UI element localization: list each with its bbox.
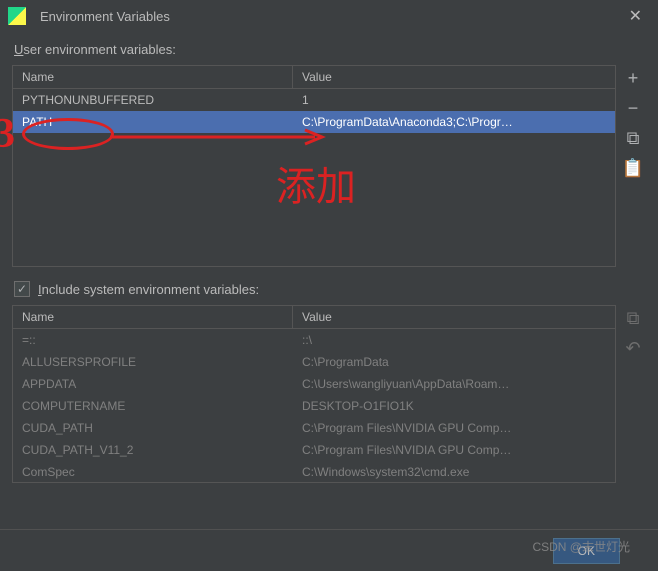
watermark: CSDN @末世灯光	[532, 538, 630, 555]
checkbox-icon[interactable]: ✓	[14, 281, 30, 297]
column-value[interactable]: Value	[293, 306, 615, 328]
user-vars-label: User environment variables:	[14, 42, 646, 57]
close-icon[interactable]: ✕	[621, 6, 650, 26]
paste-icon[interactable]: 📋	[620, 155, 646, 181]
table-row[interactable]: ALLUSERSPROFILE C:\ProgramData	[13, 351, 615, 373]
table-row[interactable]: ComSpec C:\Windows\system32\cmd.exe	[13, 461, 615, 482]
table-row[interactable]: COMPUTERNAME DESKTOP-O1FIO1K	[13, 395, 615, 417]
table-row[interactable]: CUDA_PATH_V11_2 C:\Program Files\NVIDIA …	[13, 439, 615, 461]
table-row[interactable]: PATH C:\ProgramData\Anaconda3;C:\Progr…	[13, 111, 615, 133]
table-header: Name Value	[13, 66, 615, 89]
cancel-area[interactable]	[628, 546, 644, 556]
include-system-label: Include system environment variables:	[38, 282, 259, 297]
remove-icon[interactable]: −	[620, 95, 646, 121]
titlebar: Environment Variables ✕	[0, 0, 658, 32]
system-vars-table[interactable]: Name Value =:: ::\ ALLUSERSPROFILE C:\Pr…	[12, 305, 616, 483]
table-row[interactable]: CUDA_PATH C:\Program Files\NVIDIA GPU Co…	[13, 417, 615, 439]
user-toolbar: + − ⧉ 📋	[620, 65, 646, 267]
copy-icon[interactable]: ⧉	[620, 125, 646, 151]
pycharm-icon	[8, 7, 26, 25]
table-row[interactable]: PYTHONUNBUFFERED 1	[13, 89, 615, 111]
add-icon[interactable]: +	[620, 65, 646, 91]
copy-icon[interactable]: ⧉	[620, 305, 646, 331]
column-name[interactable]: Name	[13, 66, 293, 88]
user-vars-table[interactable]: Name Value PYTHONUNBUFFERED 1 PATH C:\Pr…	[12, 65, 616, 267]
table-row[interactable]: =:: ::\	[13, 329, 615, 351]
table-row[interactable]: APPDATA C:\Users\wangliyuan\AppData\Roam…	[13, 373, 615, 395]
include-system-row[interactable]: ✓ Include system environment variables:	[14, 281, 646, 297]
column-value[interactable]: Value	[293, 66, 615, 88]
window-title: Environment Variables	[40, 9, 621, 24]
column-name[interactable]: Name	[13, 306, 293, 328]
table-header: Name Value	[13, 306, 615, 329]
system-toolbar: ⧉ ↶	[620, 305, 646, 483]
revert-icon[interactable]: ↶	[620, 335, 646, 361]
